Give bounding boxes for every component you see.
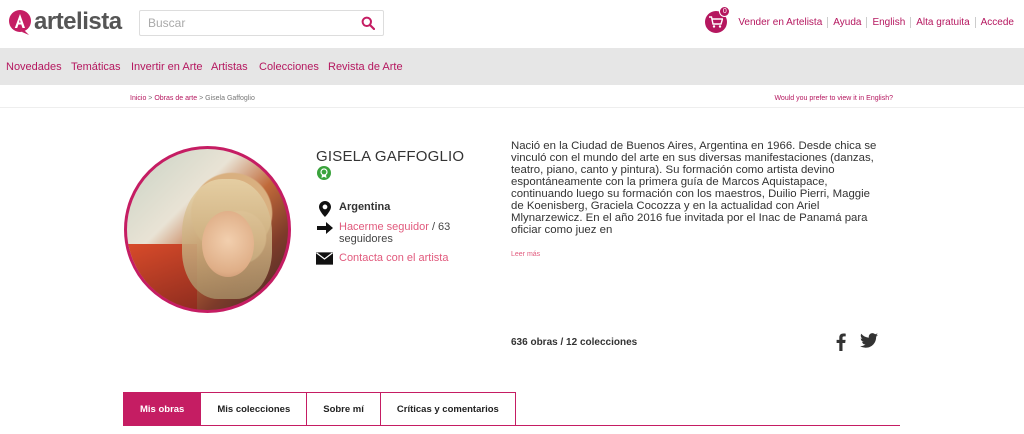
english-version-link[interactable]: Would you prefer to view it in English? [774, 95, 893, 102]
collections-count: / 12 colecciones [560, 337, 638, 348]
signup-link[interactable]: Alta gratuita [911, 16, 976, 28]
verified-icon [317, 166, 331, 180]
avatar-face [202, 211, 254, 277]
english-link[interactable]: English [867, 16, 912, 28]
artist-contact: Contacta con el artista [316, 252, 448, 265]
tabs-underline [123, 425, 900, 426]
sell-link[interactable]: Vender en Artelista [733, 16, 829, 28]
tab-mis-obras[interactable]: Mis obras [123, 392, 202, 426]
artist-avatar [124, 146, 291, 313]
followers-label: seguidores [339, 233, 393, 245]
profile-tabs: Mis obras Mis colecciones Sobre mí Críti… [123, 392, 516, 426]
followers-count: / 63 [431, 221, 451, 233]
arrow-right-icon [316, 221, 333, 235]
envelope-icon [316, 252, 333, 265]
breadcrumb-separator: > [199, 95, 204, 102]
login-link[interactable]: Accede [976, 17, 1014, 28]
divider [0, 107, 1024, 108]
breadcrumb-separator: > [148, 95, 153, 102]
contact-artist-link[interactable]: Contacta con el artista [339, 252, 448, 264]
artist-location: Argentina [316, 201, 390, 217]
tab-criticas-y-comentarios[interactable]: Críticas y comentarios [380, 392, 516, 426]
top-nav: 0 Vender en Artelista Ayuda English Alta… [705, 6, 1014, 33]
breadcrumb: Inicio > Obras de arte > Gisela Gaffogli… [130, 95, 255, 102]
nav-artistas[interactable]: Artistas [211, 61, 248, 73]
cart-button[interactable]: 0 [705, 6, 731, 33]
facebook-icon[interactable] [836, 333, 846, 351]
cart-count-badge: 0 [719, 6, 731, 17]
artist-stats: 636 obras / 12 colecciones [511, 337, 637, 348]
nav-tematicas[interactable]: Temáticas [71, 61, 121, 73]
tab-sobre-mi[interactable]: Sobre mí [307, 392, 381, 426]
logo[interactable]: artelista [6, 8, 122, 36]
artist-country: Argentina [339, 201, 391, 213]
social-share [836, 333, 878, 351]
cart-icon [709, 16, 724, 28]
search-input[interactable] [140, 11, 350, 35]
breadcrumb-current: Gisela Gaffoglio [205, 95, 255, 102]
category-nav: Novedades Temáticas Invertir en Arte Art… [0, 48, 1024, 85]
artist-follow: Hacerme seguidor / 63 seguidores [316, 221, 457, 245]
logo-text: artelista [34, 8, 122, 35]
top-bar: artelista 0 Vender en Artelista Ayuda En… [0, 0, 1024, 48]
tab-mis-colecciones[interactable]: Mis colecciones [201, 392, 308, 426]
works-count: 636 obras [511, 337, 558, 348]
nav-colecciones[interactable]: Colecciones [259, 61, 319, 73]
location-pin-icon [316, 201, 333, 217]
follow-button[interactable]: Hacerme seguidor [339, 221, 429, 233]
read-more-link[interactable]: Leer más [511, 251, 540, 258]
follow-block: Hacerme seguidor / 63 seguidores [339, 221, 457, 245]
nav-revista-de-arte[interactable]: Revista de Arte [328, 61, 403, 73]
artist-bio: Nació en la Ciudad de Buenos Aires, Arge… [511, 140, 877, 236]
nav-novedades[interactable]: Novedades [6, 61, 62, 73]
nav-invertir-en-arte[interactable]: Invertir en Arte [131, 61, 203, 73]
twitter-icon[interactable] [860, 333, 878, 348]
search-icon[interactable] [361, 16, 375, 30]
breadcrumb-home[interactable]: Inicio [130, 95, 146, 102]
breadcrumb-artworks[interactable]: Obras de arte [154, 95, 197, 102]
help-link[interactable]: Ayuda [828, 16, 868, 28]
logo-mark-icon [9, 10, 31, 35]
search-box [139, 10, 384, 36]
artist-name: GISELA GAFFOGLIO [316, 148, 465, 165]
